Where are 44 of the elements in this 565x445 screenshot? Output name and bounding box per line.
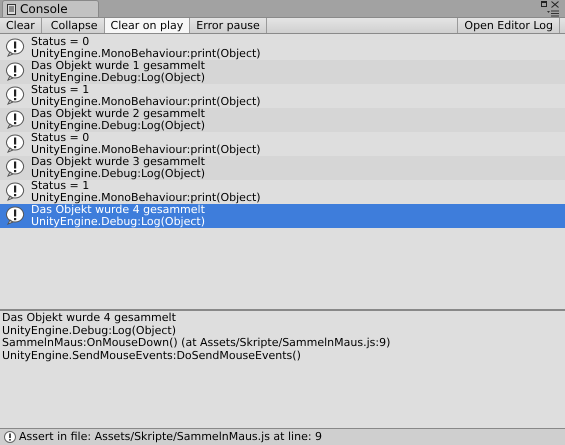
warning-icon xyxy=(5,134,25,154)
console-tab[interactable]: Console xyxy=(2,0,99,17)
log-text: UnityEngine.Debug:Log(Object) xyxy=(31,216,206,228)
menu-icon[interactable] xyxy=(547,10,559,17)
log-entry[interactable]: Das Objekt wurde 4 gesammelt UnityEngine.Debug:Log(Object) xyxy=(0,204,565,228)
document-icon xyxy=(7,4,16,14)
toggle-button[interactable]: Error pause xyxy=(190,18,267,33)
stack-trace-line: UnityEngine.Debug:Log(Object) xyxy=(2,324,178,338)
stack-trace-line: Das Objekt wurde 4 gesammelt xyxy=(2,312,177,325)
log-text: Das Objekt wurde 2 gesammelt xyxy=(31,108,205,120)
close-icon[interactable] xyxy=(551,1,559,8)
log-text: UnityEngine.MonoBehaviour:print(Object) xyxy=(31,144,261,156)
log-text: Status = 1 xyxy=(31,180,90,192)
stack-trace-line: UnityEngine.SendMouseEvents:DoSendMouseEvents() xyxy=(2,350,302,362)
log-text: UnityEngine.Debug:Log(Object) xyxy=(31,72,206,84)
log-entry[interactable]: Das Objekt wurde 1 gesammelt UnityEngine.Debug:Log(Object) xyxy=(0,60,565,84)
warning-icon xyxy=(4,431,16,444)
warning-icon xyxy=(5,158,25,178)
maximize-icon[interactable] xyxy=(541,1,547,7)
warning-icon xyxy=(5,110,25,130)
warning-icon xyxy=(5,38,25,58)
log-text: UnityEngine.Debug:Log(Object) xyxy=(31,120,206,132)
log-text: Status = 0 xyxy=(31,36,90,48)
log-text: Status = 0 xyxy=(31,132,90,144)
warning-icon xyxy=(5,86,25,106)
log-text: UnityEngine.MonoBehaviour:print(Object) xyxy=(31,96,261,108)
log-entry[interactable]: Das Objekt wurde 3 gesammelt UnityEngine.Debug:Log(Object) xyxy=(0,156,565,180)
log-text: Das Objekt wurde 4 gesammelt xyxy=(31,204,205,216)
log-text: Das Objekt wurde 1 gesammelt xyxy=(31,60,205,72)
clear-button[interactable]: Clear xyxy=(0,18,42,33)
status-message: Assert in file: Assets/Skripte/SammelnMaus.js at line: 9 xyxy=(19,428,322,445)
log-text: UnityEngine.MonoBehaviour:print(Object) xyxy=(31,192,261,204)
open-editor-log-button[interactable]: Open Editor Log xyxy=(457,18,560,33)
warning-icon xyxy=(5,206,25,226)
log-entry[interactable]: Das Objekt wurde 2 gesammelt UnityEngine.Debug:Log(Object) xyxy=(0,108,565,132)
stack-trace-line: SammelnMaus:OnMouseDown() (at Assets/Skripte/SammelnMaus.js:9) xyxy=(2,337,392,350)
warning-icon xyxy=(5,62,25,82)
toggle-button[interactable]: Clear on play xyxy=(104,18,190,33)
log-text: UnityEngine.MonoBehaviour:print(Object) xyxy=(31,48,261,60)
log-text: Status = 1 xyxy=(31,84,90,96)
tab-title: Console xyxy=(20,3,68,15)
warning-icon xyxy=(5,182,25,202)
log-text: UnityEngine.Debug:Log(Object) xyxy=(31,168,206,180)
log-text: Das Objekt wurde 3 gesammelt xyxy=(31,156,205,168)
